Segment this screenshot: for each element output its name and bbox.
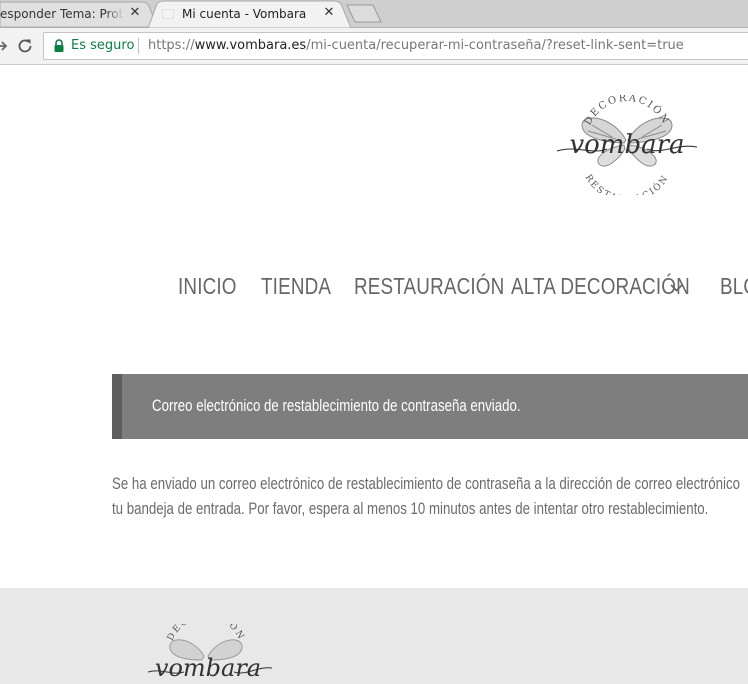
lock-icon (54, 39, 64, 52)
nav-item-inicio[interactable]: INICIO (178, 273, 237, 300)
url-separator (138, 38, 139, 54)
notice-text: Correo electrónico de restablecimiento d… (152, 396, 521, 415)
success-notice: Correo electrónico de restablecimiento d… (112, 374, 748, 439)
browser-tab-responder[interactable]: esponder Tema: Problem ✕ (0, 0, 158, 28)
nav-item-blog[interactable]: BLO (720, 273, 748, 300)
browser-tab-strip: esponder Tema: Problem ✕ Mi cuenta - Vom… (0, 0, 748, 28)
tab-title: Mi cuenta - Vombara (182, 6, 307, 21)
footer-logo-name-text: vombara (155, 654, 261, 682)
url-host: www.vombara.es (194, 38, 307, 53)
site-logo[interactable]: DECORACIÓN vombara RESTAURACIÓN (552, 95, 702, 195)
logo-name-text: vombara (569, 130, 684, 160)
message-line-1: Se ha enviado un correo electrónico de r… (112, 474, 741, 493)
nav-item-restauracion[interactable]: RESTAURACIÓN (354, 273, 504, 300)
nav-item-tienda[interactable]: TIENDA (261, 273, 331, 300)
web-page: DECORACIÓN vombara RESTAURACIÓN INICIO T… (0, 65, 748, 684)
tab-close-icon[interactable]: ✕ (322, 6, 336, 20)
nav-item-alta-decoracion[interactable]: ALTA DECORACIÓN (511, 273, 690, 300)
url-path: /mi-cuenta/recuperar-mi-contraseña/?rese… (306, 38, 684, 53)
address-bar[interactable]: Es seguro https://www.vombara.es/mi-cuen… (43, 32, 748, 60)
footer-logo[interactable]: DECORACIÓN vombara (146, 624, 276, 684)
url-scheme: https:// (148, 38, 195, 53)
logo-bottom-text: RESTAURACIÓN (583, 173, 672, 195)
site-footer: DECORACIÓN vombara (0, 588, 748, 684)
tab-close-icon[interactable]: ✕ (128, 6, 142, 20)
reload-icon[interactable] (16, 37, 34, 55)
tab-title: esponder Tema: Problem (0, 6, 124, 21)
forward-arrow-icon[interactable] (0, 39, 10, 53)
security-label[interactable]: Es seguro (71, 38, 134, 53)
new-tab-icon[interactable] (344, 4, 384, 24)
browser-tab-mi-cuenta[interactable]: Mi cuenta - Vombara ✕ (148, 0, 352, 28)
message-line-2: tu bandeja de entrada. Por favor, espera… (112, 499, 709, 518)
favicon-icon (162, 9, 174, 19)
browser-toolbar: Es seguro https://www.vombara.es/mi-cuen… (0, 28, 748, 65)
chevron-down-icon[interactable] (669, 283, 685, 293)
url-text[interactable]: https://www.vombara.es/mi-cuenta/recuper… (148, 38, 684, 53)
